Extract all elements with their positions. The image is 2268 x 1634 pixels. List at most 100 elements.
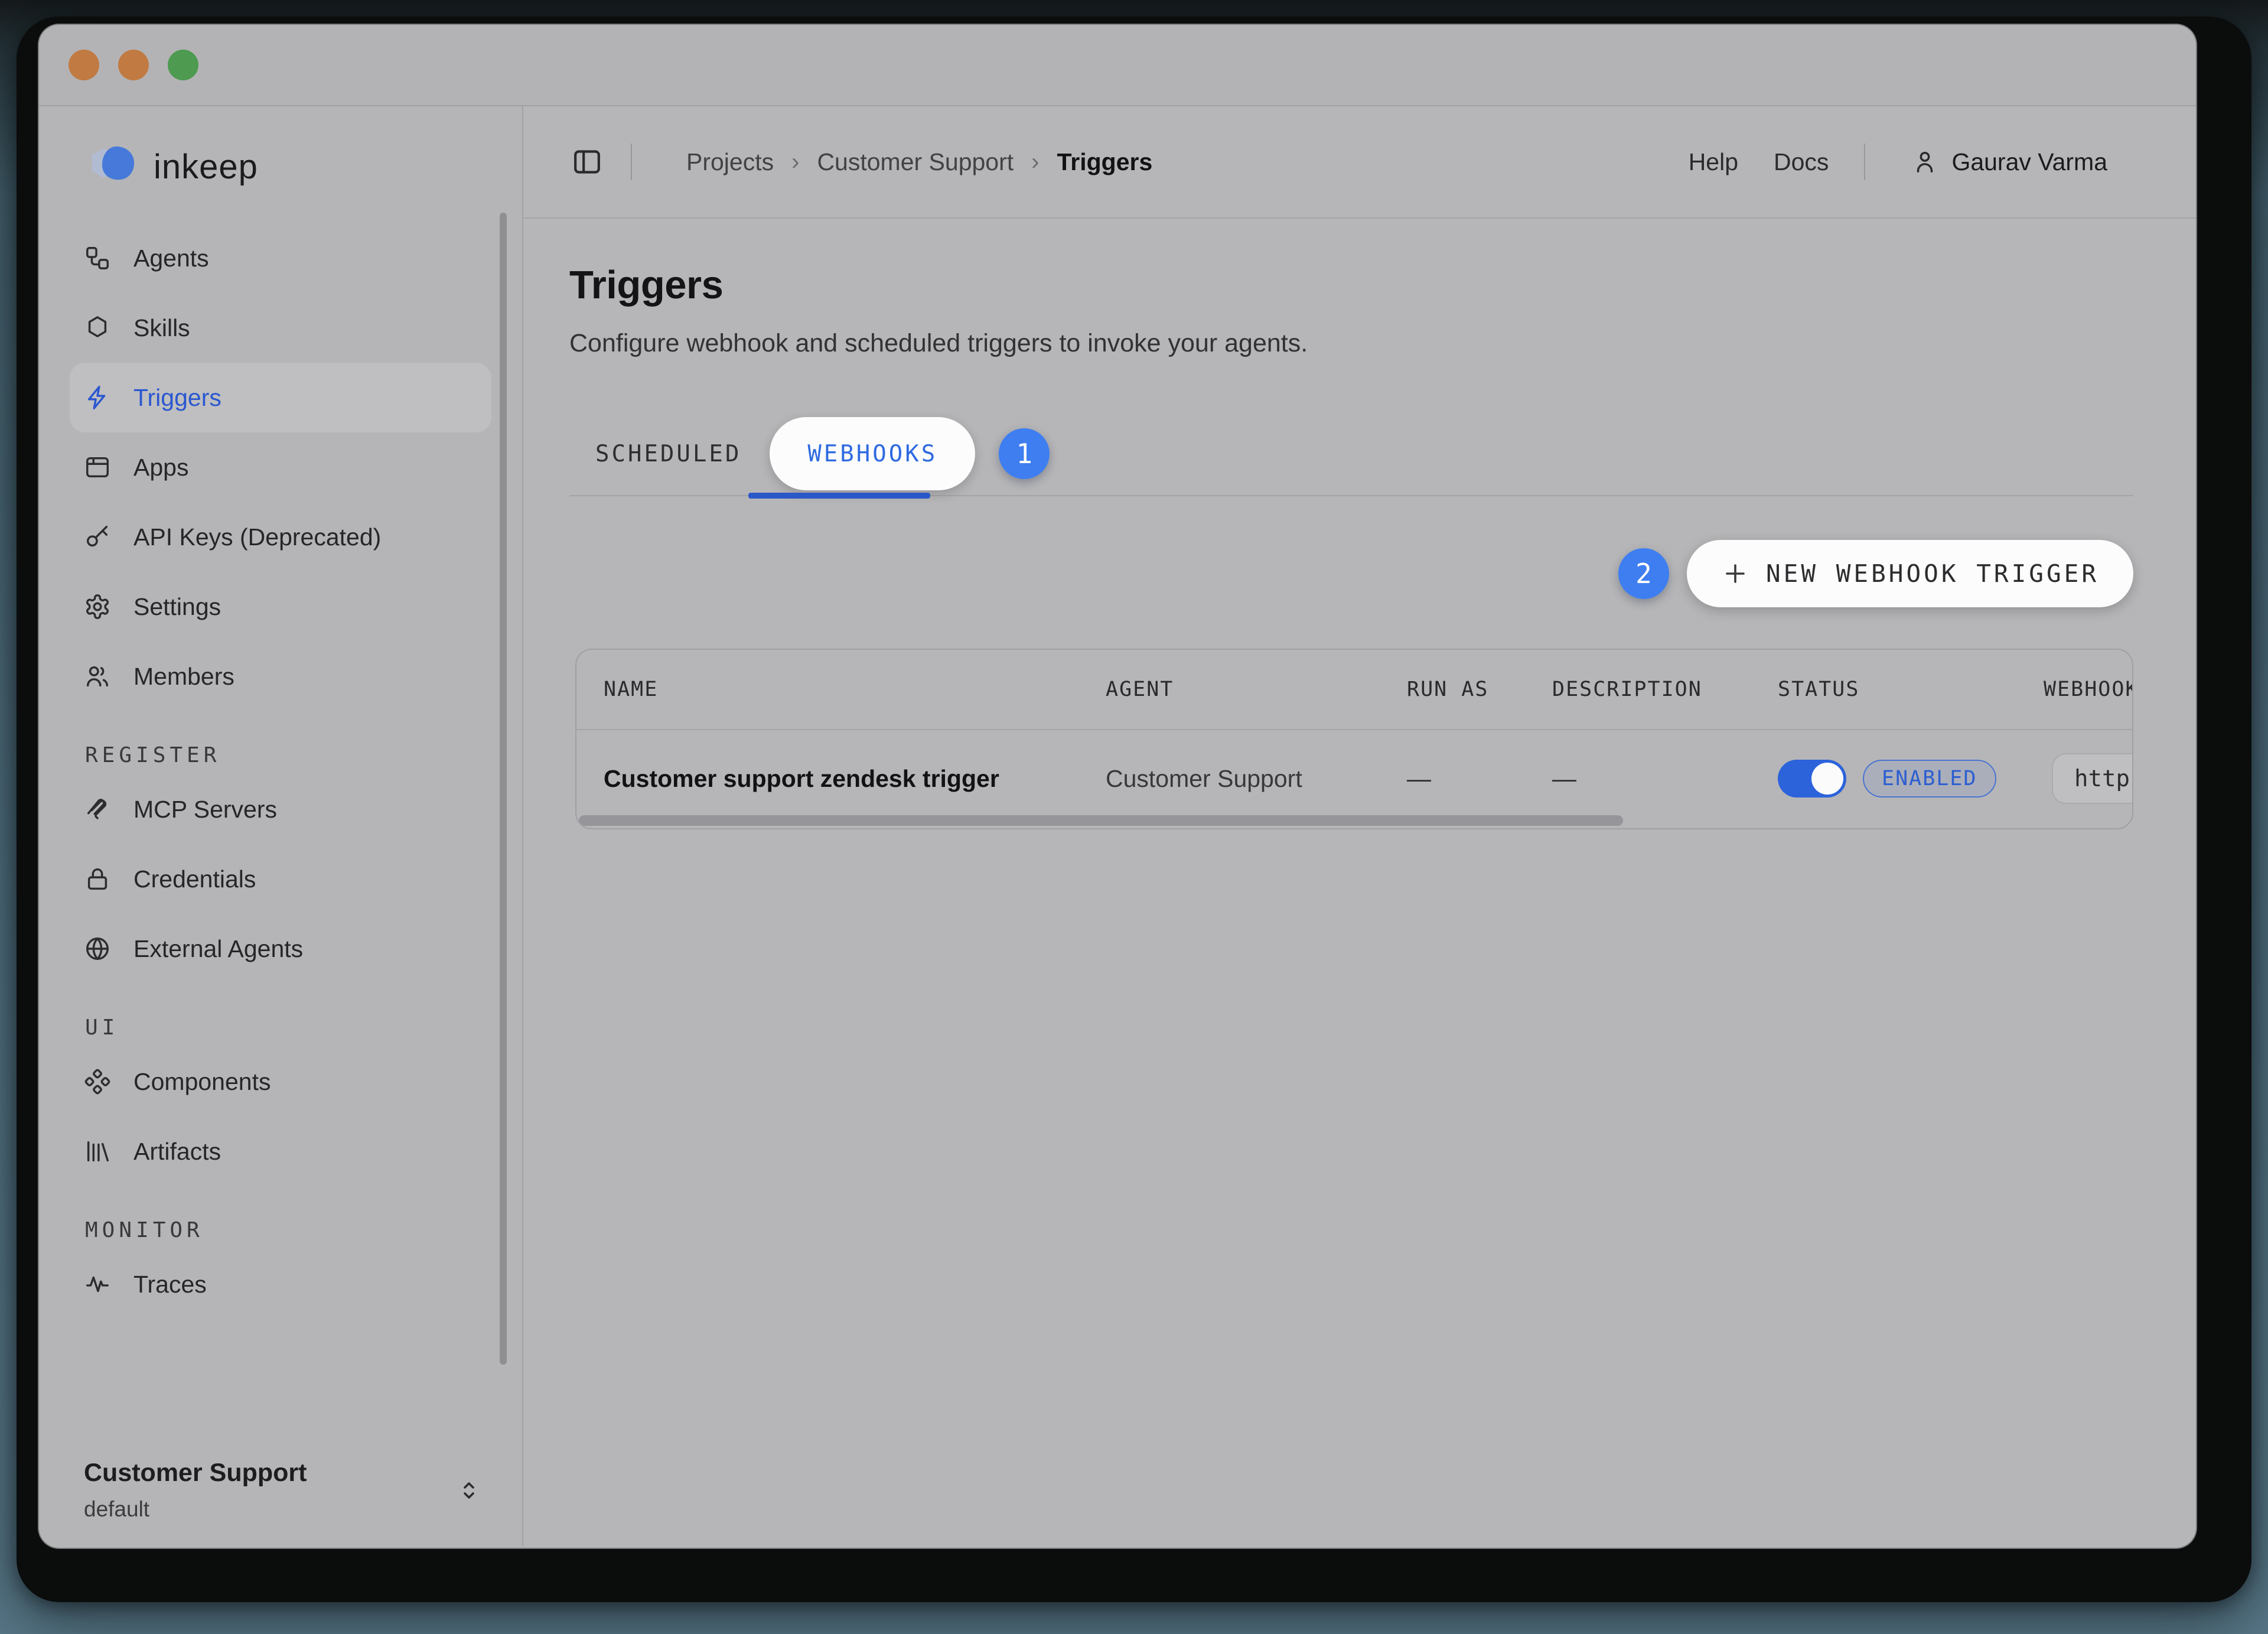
header-divider xyxy=(631,144,632,180)
tab-webhooks[interactable]: WEBHOOKS xyxy=(770,417,975,490)
new-webhook-trigger-label: NEW WEBHOOK TRIGGER xyxy=(1766,559,2099,588)
app-window: inkeep Agents Skills Triggers Apps xyxy=(39,25,2196,1548)
help-link[interactable]: Help xyxy=(1689,148,1738,176)
sidebar-item-traces[interactable]: Traces xyxy=(70,1249,491,1319)
trigger-agent-cell: Customer Support xyxy=(1106,765,1407,793)
trigger-run-as-cell: — xyxy=(1407,765,1552,793)
sidebar-item-mcp-servers[interactable]: MCP Servers xyxy=(70,774,491,844)
trigger-status-cell: ENABLED xyxy=(1778,760,2044,798)
traces-icon xyxy=(84,1271,111,1298)
sidebar-item-label: Settings xyxy=(133,593,221,621)
sidebar-item-label: Credentials xyxy=(133,865,256,893)
sidebar-item-api-keys[interactable]: API Keys (Deprecated) xyxy=(70,502,491,572)
key-icon xyxy=(84,523,111,551)
sidebar-item-label: Artifacts xyxy=(133,1138,221,1166)
tab-scheduled[interactable]: SCHEDULED xyxy=(595,441,741,467)
sidebar-item-label: Members xyxy=(133,663,234,691)
globe-icon xyxy=(84,935,111,962)
section-label-ui: UI xyxy=(85,1015,491,1040)
section-label-monitor: MONITOR xyxy=(85,1218,491,1242)
docs-link[interactable]: Docs xyxy=(1774,148,1829,176)
traffic-light-minimize[interactable] xyxy=(118,50,149,80)
table-header: NAME AGENT RUN AS DESCRIPTION STATUS WEB… xyxy=(576,650,2132,730)
toggle-knob xyxy=(1811,763,1843,795)
traffic-light-zoom[interactable] xyxy=(168,50,198,80)
page-subtitle: Configure webhook and scheduled triggers… xyxy=(569,329,2133,358)
sidebar-item-agents[interactable]: Agents xyxy=(70,223,491,293)
section-label-register: REGISTER xyxy=(85,743,491,767)
inkeep-logo-icon xyxy=(82,141,143,193)
column-header-run-as: RUN AS xyxy=(1407,678,1552,701)
main-header: Projects › Customer Support › Triggers H… xyxy=(523,106,2196,219)
triggers-table-card: NAME AGENT RUN AS DESCRIPTION STATUS WEB… xyxy=(575,649,2133,829)
sidebar: inkeep Agents Skills Triggers Apps xyxy=(39,106,523,1547)
sidebar-item-label: Traces xyxy=(133,1271,207,1298)
breadcrumb-projects[interactable]: Projects xyxy=(686,148,774,176)
sidebar-item-triggers[interactable]: Triggers xyxy=(70,363,491,432)
lightning-icon xyxy=(84,384,111,411)
breadcrumb-separator: › xyxy=(791,149,799,175)
sidebar-item-label: Components xyxy=(133,1068,271,1096)
breadcrumb-customer-support[interactable]: Customer Support xyxy=(817,148,1014,176)
sidebar-item-settings[interactable]: Settings xyxy=(70,572,491,642)
sidebar-nav: Agents Skills Triggers Apps API Keys (De… xyxy=(70,223,491,1319)
chevrons-up-down-icon xyxy=(455,1476,483,1505)
annotation-badge-1: 1 xyxy=(999,428,1050,479)
actions-row: 2 NEW WEBHOOK TRIGGER xyxy=(569,540,2133,607)
page-title: Triggers xyxy=(569,262,2133,308)
skills-icon xyxy=(84,314,111,341)
column-header-description: DESCRIPTION xyxy=(1552,678,1778,701)
breadcrumb-triggers: Triggers xyxy=(1057,148,1152,176)
project-switcher-labels: Customer Support default xyxy=(84,1459,307,1522)
sidebar-item-label: Agents xyxy=(133,245,209,272)
sidebar-item-members[interactable]: Members xyxy=(70,642,491,711)
traffic-light-close[interactable] xyxy=(69,50,99,80)
trigger-name-cell[interactable]: Customer support zendesk trigger xyxy=(604,765,1106,793)
sidebar-item-artifacts[interactable]: Artifacts xyxy=(70,1117,491,1186)
column-header-name: NAME xyxy=(604,678,1106,701)
sidebar-item-label: Apps xyxy=(133,454,188,481)
project-name: Customer Support xyxy=(84,1459,307,1487)
user-icon xyxy=(1911,148,1938,175)
lock-icon xyxy=(84,865,111,893)
active-tab-underline xyxy=(748,493,930,499)
apps-icon xyxy=(84,454,111,481)
sidebar-item-label: External Agents xyxy=(133,935,303,963)
breadcrumb: Projects › Customer Support › Triggers xyxy=(686,148,1152,176)
column-header-webhook-url: WEBHOOK URL xyxy=(2044,678,2132,701)
titlebar xyxy=(39,25,2196,106)
project-graph-name: default xyxy=(84,1497,307,1522)
gear-icon xyxy=(84,593,111,620)
sidebar-item-external-agents[interactable]: External Agents xyxy=(70,914,491,984)
trigger-description-cell: — xyxy=(1552,765,1778,793)
annotation-badge-2: 2 xyxy=(1618,548,1669,599)
artifacts-icon xyxy=(84,1138,111,1165)
user-menu[interactable]: Gaurav Varma xyxy=(1911,148,2107,176)
header-divider xyxy=(1864,144,1865,180)
sidebar-item-apps[interactable]: Apps xyxy=(70,432,491,502)
sidebar-item-label: Triggers xyxy=(133,384,221,412)
sidebar-scrollbar[interactable] xyxy=(500,213,507,1365)
plus-icon xyxy=(1721,559,1749,588)
breadcrumb-separator: › xyxy=(1031,149,1039,175)
sidebar-item-label: API Keys (Deprecated) xyxy=(133,523,381,551)
users-icon xyxy=(84,663,111,690)
sidebar-toggle-icon[interactable] xyxy=(571,145,604,178)
sidebar-item-skills[interactable]: Skills xyxy=(70,293,491,363)
user-name: Gaurav Varma xyxy=(1951,148,2107,176)
main-area: Projects › Customer Support › Triggers H… xyxy=(523,106,2196,1547)
header-right: Help Docs Gaurav Varma xyxy=(1689,144,2107,180)
sidebar-item-components[interactable]: Components xyxy=(70,1047,491,1117)
column-header-agent: AGENT xyxy=(1106,678,1407,701)
components-icon xyxy=(84,1068,111,1095)
webhook-url-chip[interactable]: https xyxy=(2052,753,2133,804)
status-toggle[interactable] xyxy=(1778,760,1846,798)
table-horizontal-scrollbar[interactable] xyxy=(579,815,1623,826)
new-webhook-trigger-button[interactable]: NEW WEBHOOK TRIGGER xyxy=(1687,540,2133,607)
page-content: Triggers Configure webhook and scheduled… xyxy=(523,219,2196,1547)
agents-icon xyxy=(84,245,111,272)
table-row[interactable]: Customer support zendesk trigger Custome… xyxy=(576,730,2132,827)
project-switcher[interactable]: Customer Support default xyxy=(84,1459,483,1522)
status-badge: ENABLED xyxy=(1863,760,1996,798)
sidebar-item-credentials[interactable]: Credentials xyxy=(70,844,491,914)
